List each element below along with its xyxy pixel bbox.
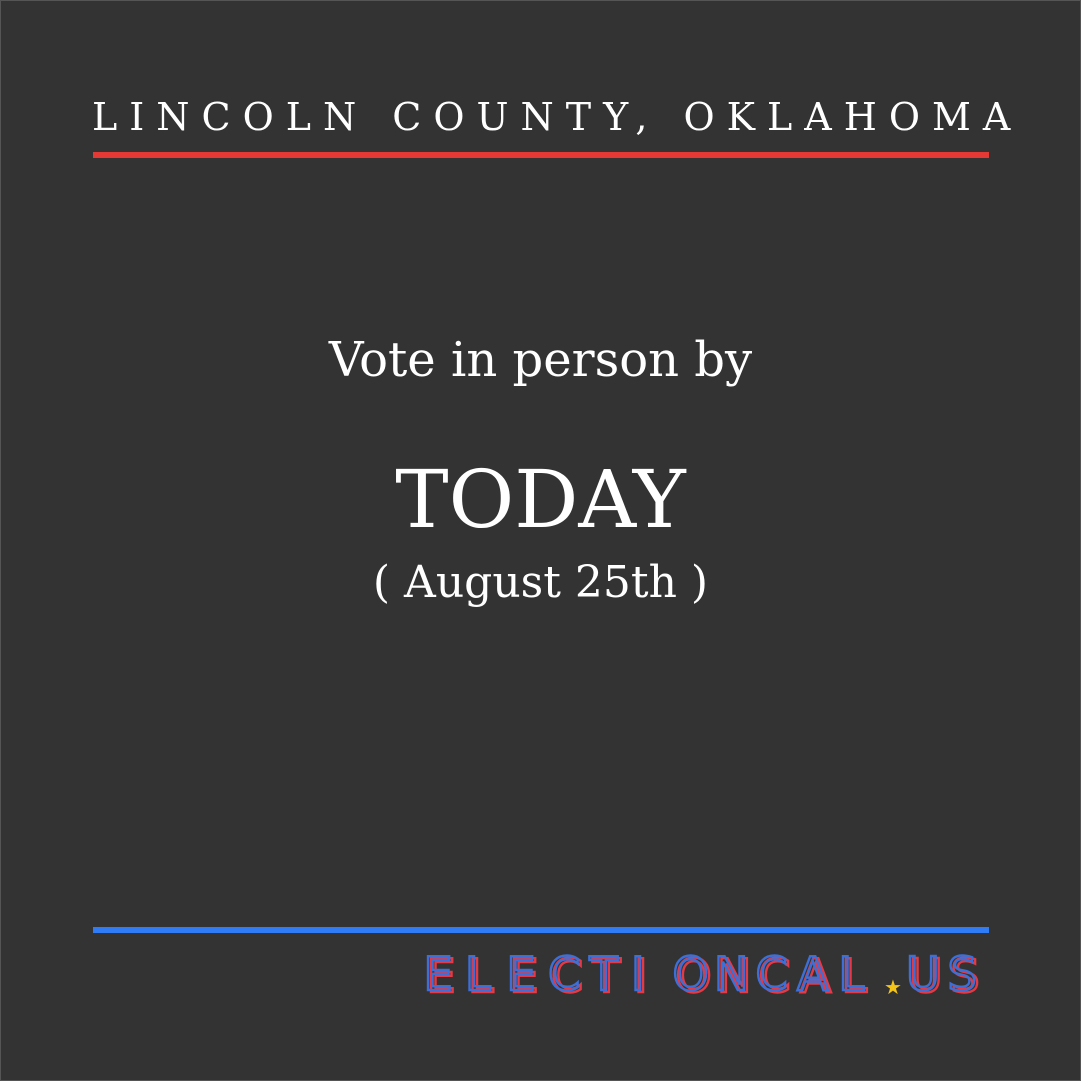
- vote-lead-text: Vote in person by: [328, 332, 753, 388]
- brand-letter: C: [548, 947, 580, 1001]
- brand-letter: E: [507, 947, 536, 1001]
- brand-logo: E E L L E E C C T T I I O O N N C C A A L L ★ U U S S: [389, 946, 989, 1002]
- brand-logo-wordmark: EE LL EE CC TT II OO NN CC AA LL ★ UU SS: [422, 946, 981, 1002]
- brand-letter: T: [589, 947, 619, 1001]
- deadline-date: ( August 25th ): [372, 557, 709, 608]
- brand-letter: N: [714, 947, 748, 1001]
- brand-letter: E: [424, 947, 453, 1001]
- bottom-divider: [93, 927, 989, 933]
- brand-letter: L: [465, 947, 491, 1001]
- brand-letter: S: [948, 947, 977, 1001]
- brand-letter: C: [756, 947, 788, 1001]
- brand-letter: I: [631, 947, 645, 1001]
- star-icon: ★: [884, 975, 902, 999]
- top-divider: [93, 152, 989, 158]
- brand-letter: L: [839, 947, 865, 1001]
- deadline-text: TODAY: [395, 453, 686, 546]
- county-heading: LINCOLN COUNTY, OKLAHOMA: [92, 95, 1023, 139]
- brand-letter: A: [797, 947, 829, 1001]
- brand-letter: O: [673, 947, 709, 1001]
- brand-letter: U: [906, 947, 940, 1001]
